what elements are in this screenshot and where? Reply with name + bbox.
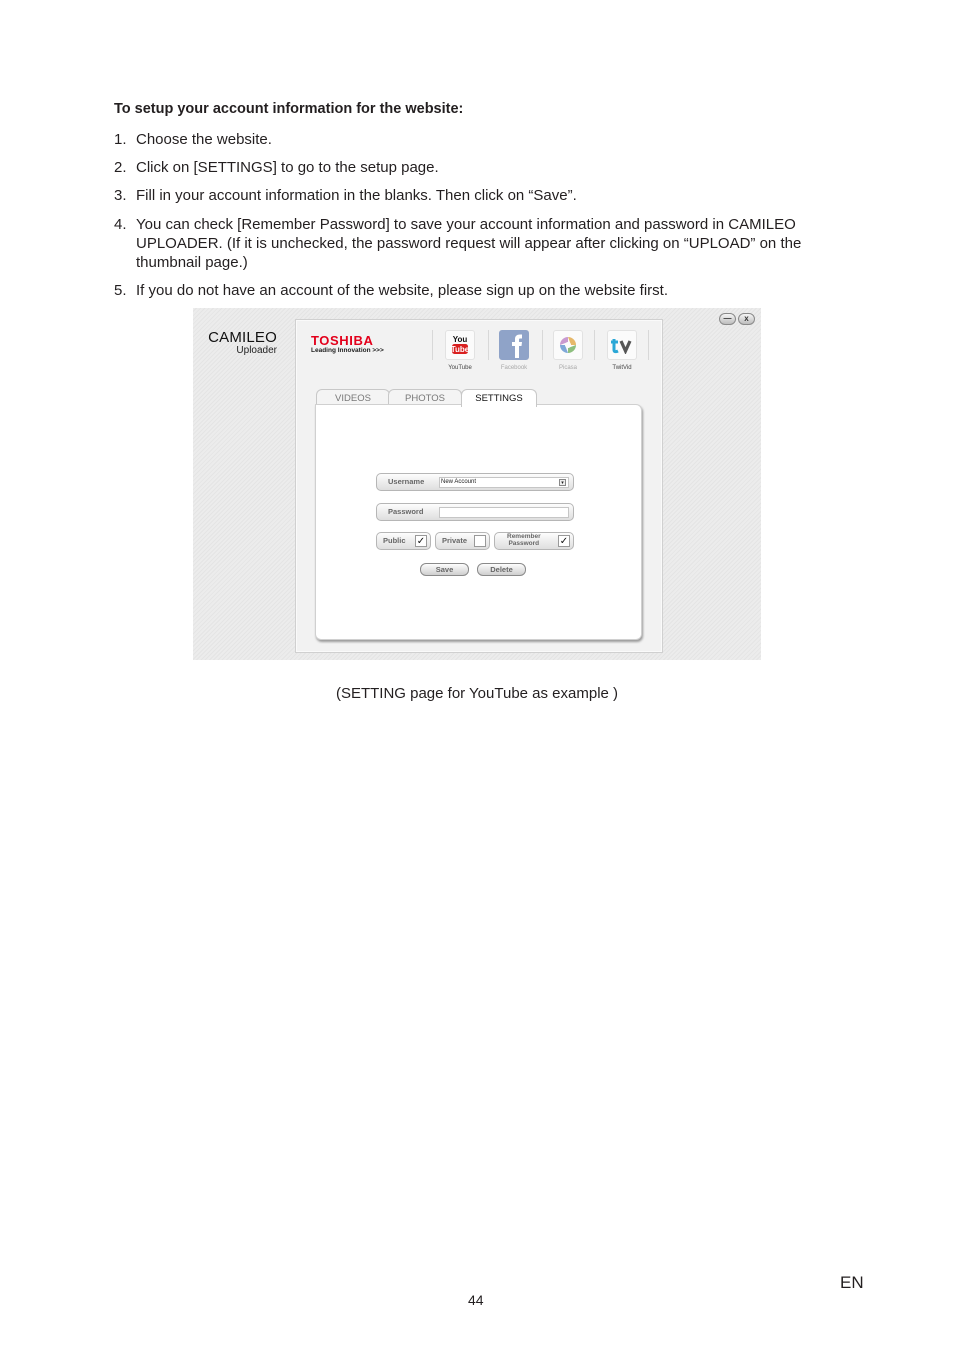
picasa-icon bbox=[553, 330, 583, 360]
toshiba-wordmark: TOSHIBA bbox=[311, 333, 374, 348]
youtube-icon: You Tube bbox=[445, 330, 475, 360]
username-select[interactable]: New Account ▾ bbox=[439, 477, 569, 488]
save-button[interactable]: Save bbox=[420, 563, 469, 576]
public-label: Public bbox=[383, 536, 406, 545]
password-row: Password bbox=[376, 503, 574, 521]
list-item: 4. You can check [Remember Password] to … bbox=[114, 215, 854, 272]
divider bbox=[488, 330, 489, 360]
step-text: You can check [Remember Password] to sav… bbox=[136, 216, 802, 271]
remember-password-label: Remember Password bbox=[507, 533, 541, 547]
private-label: Private bbox=[442, 536, 468, 545]
site-youtube[interactable]: You Tube YouTube bbox=[436, 330, 484, 371]
divider bbox=[648, 330, 649, 360]
site-picasa[interactable]: Picasa bbox=[544, 330, 592, 371]
facebook-icon bbox=[499, 330, 529, 360]
delete-button[interactable]: Delete bbox=[477, 563, 526, 576]
app-brand: CAMILEO Uploader bbox=[207, 329, 277, 356]
step-number: 5. bbox=[114, 282, 127, 299]
site-label: Facebook bbox=[500, 365, 528, 371]
svg-text:You: You bbox=[453, 335, 468, 344]
private-checkbox[interactable] bbox=[474, 535, 486, 547]
toshiba-logo: TOSHIBA Leading Innovation >>> bbox=[311, 333, 384, 354]
remember-password-option[interactable]: Remember Password ✓ bbox=[494, 532, 574, 550]
twitvid-icon bbox=[607, 330, 637, 360]
password-input[interactable] bbox=[439, 507, 569, 518]
site-label: YouTube bbox=[448, 365, 472, 371]
site-label: Picasa bbox=[558, 365, 577, 371]
password-label: Password bbox=[388, 507, 424, 516]
app-screenshot: CAMILEO Uploader — x TOSHIBA Leading Inn… bbox=[193, 308, 761, 660]
site-label: TwitVid bbox=[612, 365, 632, 371]
list-item: 5. If you do not have an account of the … bbox=[114, 281, 854, 300]
remember-password-checkbox[interactable]: ✓ bbox=[558, 535, 570, 547]
step-number: 2. bbox=[114, 159, 127, 176]
list-item: 2. Click on [SETTINGS] to go to the setu… bbox=[114, 158, 854, 177]
step-text: Click on [SETTINGS] to go to the setup p… bbox=[136, 159, 439, 176]
tab-settings[interactable]: SETTINGS bbox=[461, 389, 537, 407]
divider bbox=[432, 330, 433, 360]
public-checkbox[interactable]: ✓ bbox=[415, 535, 427, 547]
username-label: Username bbox=[388, 477, 425, 486]
list-item: 1. Choose the website. bbox=[114, 130, 854, 149]
settings-content: Username New Account ▾ Password Public ✓… bbox=[315, 404, 642, 640]
toshiba-tagline: Leading Innovation >>> bbox=[311, 347, 384, 354]
list-item: 3. Fill in your account information in t… bbox=[114, 186, 854, 205]
step-text: Fill in your account information in the … bbox=[136, 187, 577, 204]
language-marker: EN bbox=[840, 1273, 864, 1292]
step-number: 3. bbox=[114, 187, 127, 204]
site-twitvid[interactable]: TwitVid bbox=[598, 330, 646, 371]
step-text: If you do not have an account of the web… bbox=[136, 282, 669, 299]
step-number: 1. bbox=[114, 131, 127, 148]
brand-title: CAMILEO bbox=[208, 329, 277, 346]
username-value: New Account bbox=[441, 479, 477, 485]
step-number: 4. bbox=[114, 216, 127, 233]
step-text: Choose the website. bbox=[136, 131, 272, 148]
chevron-down-icon[interactable]: ▾ bbox=[559, 479, 566, 486]
svg-text:Tube: Tube bbox=[451, 345, 470, 354]
window-controls: — x bbox=[719, 313, 755, 325]
section-heading: To setup your account information for th… bbox=[114, 101, 464, 117]
username-row: Username New Account ▾ bbox=[376, 473, 574, 491]
divider bbox=[542, 330, 543, 360]
remember-label-line2: Password bbox=[508, 539, 540, 547]
private-option[interactable]: Private bbox=[435, 532, 490, 550]
brand-subtitle: Uploader bbox=[236, 345, 277, 356]
figure-caption: (SETTING page for YouTube as example ) bbox=[335, 685, 619, 702]
divider bbox=[594, 330, 595, 360]
site-facebook[interactable]: Facebook bbox=[490, 330, 538, 371]
close-button[interactable]: x bbox=[738, 313, 755, 325]
public-option[interactable]: Public ✓ bbox=[376, 532, 431, 550]
page-number: 44 bbox=[468, 1292, 484, 1308]
main-panel: TOSHIBA Leading Innovation >>> You Tube … bbox=[295, 319, 663, 653]
minimize-button[interactable]: — bbox=[719, 313, 736, 325]
